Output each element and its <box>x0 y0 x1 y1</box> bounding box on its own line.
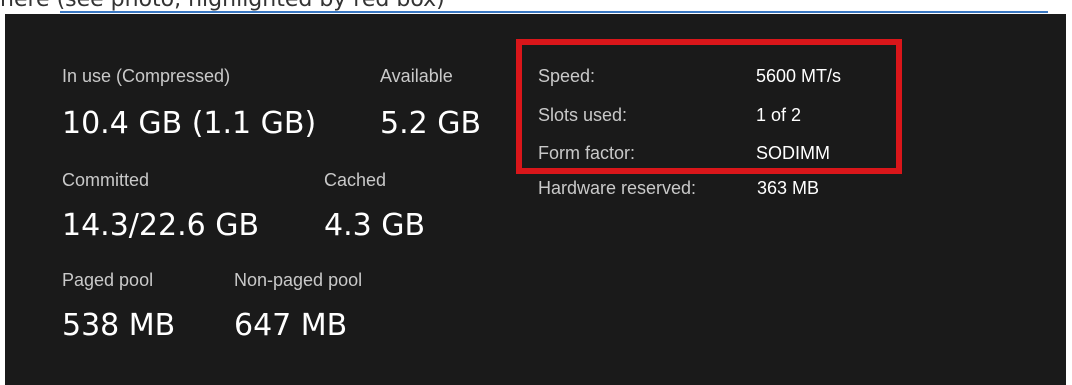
caption-underline <box>60 11 1048 13</box>
committed-value: 14.3/22.6 GB <box>62 208 260 243</box>
in-use-value: 10.4 GB (1.1 GB) <box>62 106 317 141</box>
hardware-reserved-label: Hardware reserved: <box>538 178 697 198</box>
non-paged-pool-value: 647 MB <box>234 308 348 343</box>
hardware-reserved-value: 363 MB <box>757 178 820 198</box>
memory-panel: In use (Compressed) 10.4 GB (1.1 GB) Ava… <box>5 14 1066 385</box>
non-paged-pool-label: Non-paged pool <box>234 270 363 290</box>
in-use-label: In use (Compressed) <box>62 66 231 86</box>
cached-value: 4.3 GB <box>324 208 426 243</box>
paged-pool-value: 538 MB <box>62 308 176 343</box>
available-label: Available <box>380 66 453 86</box>
cached-label: Cached <box>324 170 387 190</box>
paged-pool-label: Paged pool <box>62 270 154 290</box>
available-value: 5.2 GB <box>380 106 482 141</box>
committed-label: Committed <box>62 170 150 190</box>
